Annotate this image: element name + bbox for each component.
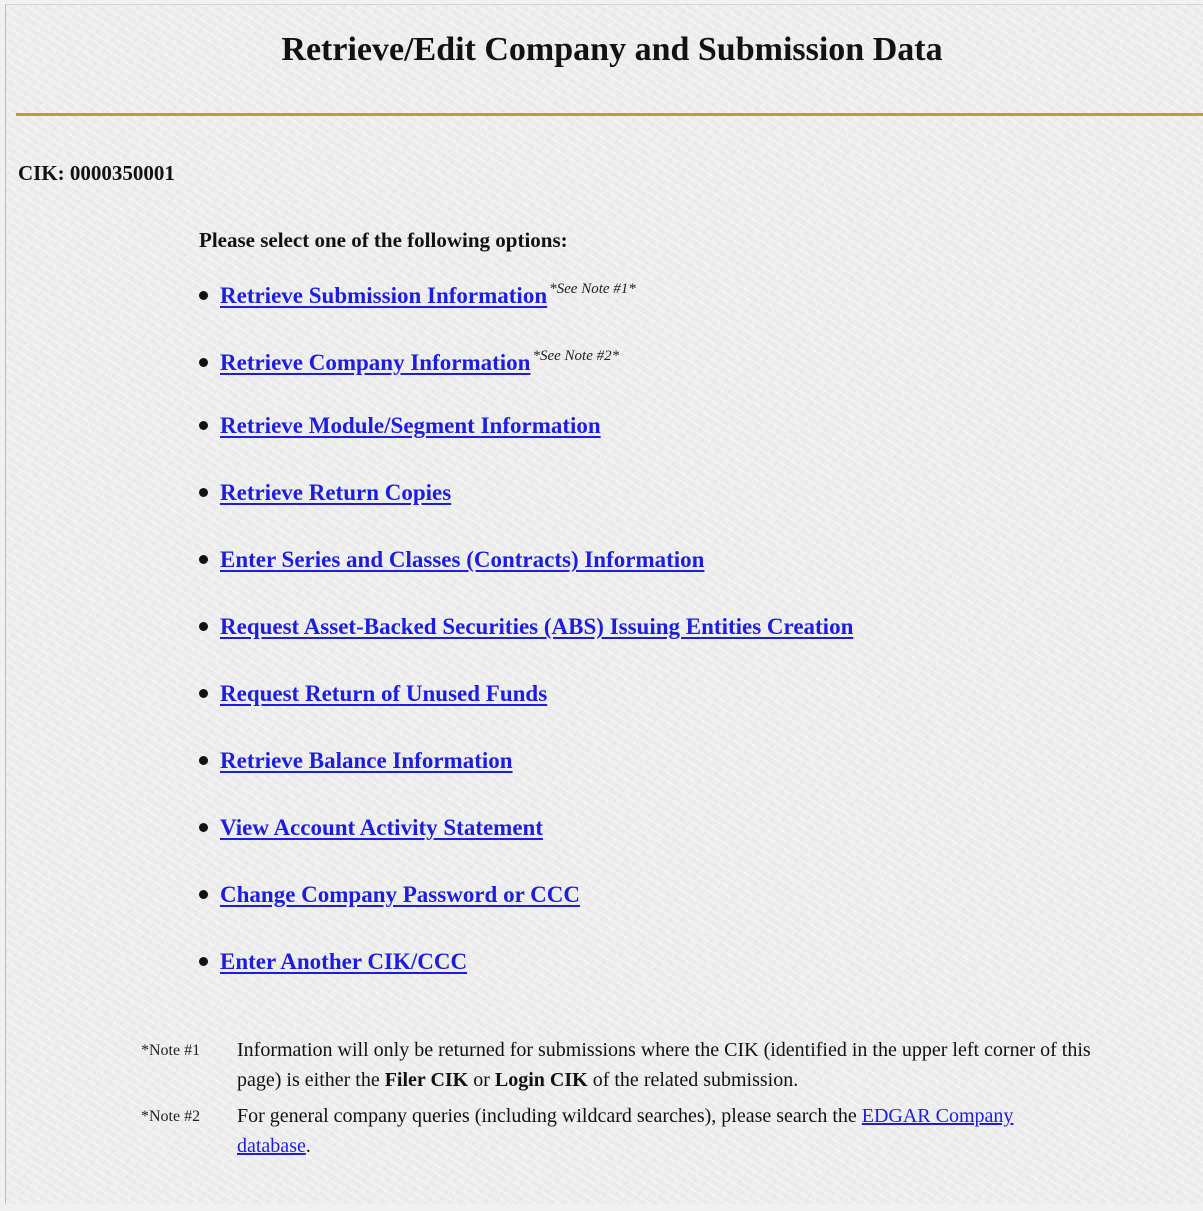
page-title: Retrieve/Edit Company and Submission Dat… [281, 31, 943, 68]
bullet-icon [199, 488, 208, 497]
request-abs-issuing-entities-link[interactable]: Request Asset-Backed Securities (ABS) Is… [220, 614, 853, 639]
note-1-text-part: of the related submission. [587, 1069, 799, 1091]
cik-label: CIK: 0000350001 [18, 161, 175, 185]
option-request-return-of-unused-funds: Request Return of Unused Funds [199, 681, 547, 707]
option-retrieve-return-copies: Retrieve Return Copies [199, 480, 451, 506]
note-1-text: Information will only be returned for su… [237, 1035, 1091, 1095]
bullet-icon [199, 823, 208, 832]
note-1-label: *Note #1 [141, 1042, 201, 1059]
note-2-text: For general company queries (including w… [237, 1101, 1091, 1161]
filer-cik-term: Filer CIK [384, 1069, 469, 1091]
note-2-label: *Note #2 [141, 1108, 201, 1125]
retrieve-balance-information-link[interactable]: Retrieve Balance Information [220, 748, 513, 773]
header-divider [16, 113, 1203, 116]
note-1-text-part: or [468, 1069, 495, 1091]
bullet-icon [199, 890, 208, 899]
see-note-1: *See Note #1* [549, 281, 636, 297]
note-2-text-part: For general company queries (including w… [237, 1105, 862, 1127]
change-company-password-link[interactable]: Change Company Password or CCC [220, 882, 580, 907]
bullet-icon [199, 689, 208, 698]
option-enter-another-cik: Enter Another CIK/CCC [199, 949, 467, 975]
option-retrieve-company-information: Retrieve Company Information *See Note #2… [199, 348, 619, 376]
option-change-company-password: Change Company Password or CCC [199, 882, 580, 908]
option-retrieve-submission-information: Retrieve Submission Information *See Note… [199, 281, 636, 309]
option-request-abs-issuing-entities: Request Asset-Backed Securities (ABS) Is… [199, 614, 853, 640]
retrieve-submission-information-link[interactable]: Retrieve Submission Information [220, 283, 547, 308]
retrieve-module-segment-information-link[interactable]: Retrieve Module/Segment Information [220, 413, 601, 438]
bullet-icon [199, 756, 208, 765]
bullet-icon [199, 957, 208, 966]
login-cik-term: Login CIK [494, 1069, 588, 1091]
option-retrieve-module-segment-information: Retrieve Module/Segment Information [199, 413, 601, 439]
bullet-icon [199, 358, 208, 367]
note-1: *Note #1 Information will only be return… [141, 1035, 1091, 1095]
view-account-activity-statement-link[interactable]: View Account Activity Statement [220, 815, 543, 840]
bullet-icon [199, 622, 208, 631]
enter-another-cik-link[interactable]: Enter Another CIK/CCC [220, 949, 467, 974]
bullet-icon [199, 421, 208, 430]
bullet-icon [199, 555, 208, 564]
bullet-icon [199, 291, 208, 300]
options-prompt: Please select one of the following optio… [199, 228, 568, 252]
option-view-account-activity-statement: View Account Activity Statement [199, 815, 543, 841]
option-enter-series-and-classes: Enter Series and Classes (Contracts) Inf… [199, 547, 704, 573]
page-container: Retrieve/Edit Company and Submission Dat… [5, 4, 1203, 1204]
note-2-text-part: . [305, 1135, 311, 1157]
note-2: *Note #2 For general company queries (in… [141, 1101, 1091, 1161]
enter-series-and-classes-link[interactable]: Enter Series and Classes (Contracts) Inf… [220, 547, 704, 572]
notes-section: *Note #1 Information will only be return… [141, 1035, 1091, 1167]
see-note-2: *See Note #2* [532, 348, 620, 364]
request-return-of-unused-funds-link[interactable]: Request Return of Unused Funds [220, 681, 547, 706]
retrieve-return-copies-link[interactable]: Retrieve Return Copies [220, 480, 451, 505]
retrieve-company-information-link[interactable]: Retrieve Company Information [220, 350, 530, 375]
option-retrieve-balance-information: Retrieve Balance Information [199, 748, 513, 774]
